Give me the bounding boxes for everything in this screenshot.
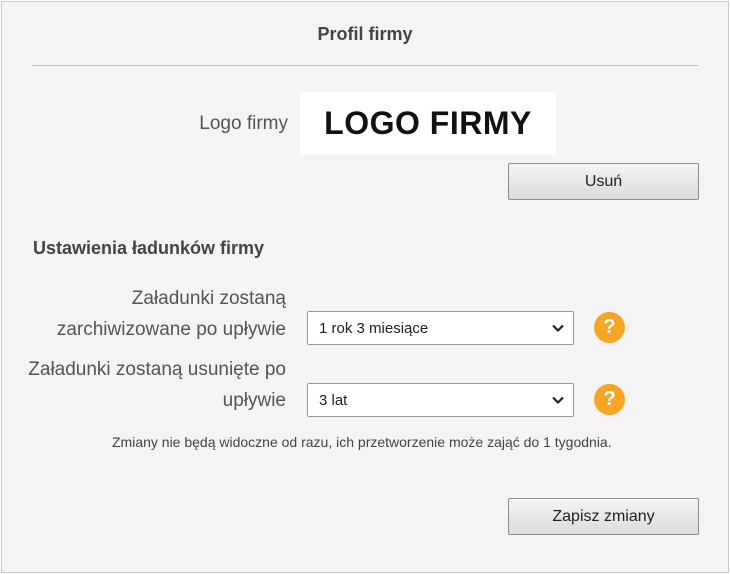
delete-period-label-text: Załadunki zostaną usunięte po upływie xyxy=(28,359,286,411)
archive-period-label-text: Załadunki zostaną zarchiwizowane po upły… xyxy=(56,288,286,340)
archive-period-select[interactable]: 1 rok 3 miesiące xyxy=(307,311,574,345)
chevron-down-icon xyxy=(552,396,564,405)
logo-label: Logo firmy xyxy=(199,113,288,134)
section-title: Ustawienia ładunków firmy xyxy=(33,238,265,258)
chevron-down-icon xyxy=(552,324,564,333)
logo-image-text: LOGO FIRMY xyxy=(324,105,532,141)
delete-period-select[interactable]: 3 lat xyxy=(307,383,574,417)
delete-period-label: Załadunki zostaną usunięte po upływie xyxy=(26,354,286,416)
company-logo-image: LOGO FIRMY xyxy=(300,92,556,155)
processing-note: Zmiany nie będą widoczne od razu, ich pr… xyxy=(112,434,612,450)
save-changes-button[interactable]: Zapisz zmiany xyxy=(508,498,699,535)
company-profile-panel: Profil firmy Logo firmy LOGO FIRMY Usuń … xyxy=(1,1,729,573)
remove-logo-button[interactable]: Usuń xyxy=(508,163,699,200)
delete-period-value: 3 lat xyxy=(319,391,348,409)
archive-help-icon[interactable]: ? xyxy=(594,312,625,343)
title-divider xyxy=(32,65,698,66)
page-title: Profil firmy xyxy=(317,24,413,44)
archive-period-value: 1 rok 3 miesiące xyxy=(319,319,429,337)
archive-period-label: Załadunki zostaną zarchiwizowane po upły… xyxy=(26,283,286,345)
delete-help-icon[interactable]: ? xyxy=(594,384,625,415)
